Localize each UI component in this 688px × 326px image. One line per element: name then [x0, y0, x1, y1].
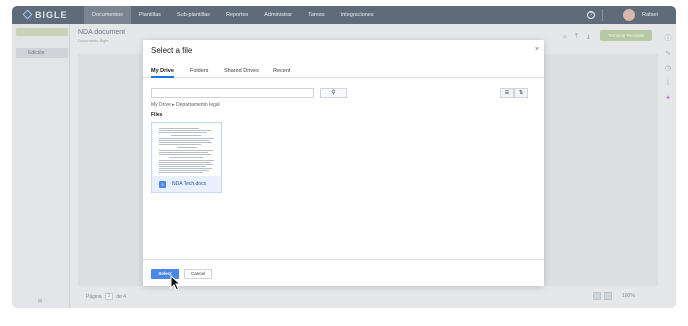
logo-icon — [22, 9, 33, 20]
search-icon: ⚲ — [331, 90, 336, 96]
sidebar: Edición ⊟ — [12, 24, 70, 308]
nav-administrar[interactable]: Administrar — [256, 6, 300, 24]
breadcrumb-my-drive[interactable]: My Drive — [151, 102, 171, 108]
file-meta: ≡ NDA Tech.docx — [152, 176, 221, 192]
tab-recent[interactable]: Recent — [273, 68, 290, 78]
mouse-cursor-icon — [170, 275, 182, 291]
main-nav: Documentos Plantillas Sub-plantillas Rep… — [84, 6, 382, 24]
nav-documentos[interactable]: Documentos — [84, 6, 131, 24]
user-name[interactable]: Rafael — [642, 12, 658, 18]
pager-total: de 4 — [116, 293, 127, 300]
pager: Página 1 de 4 — [86, 293, 126, 300]
zoom-select[interactable]: 100% — [622, 293, 635, 299]
upload-icon[interactable]: ⤒ — [575, 34, 578, 41]
cancel-button[interactable]: Cancel — [184, 269, 212, 279]
document-subtitle: Documento Bigle — [78, 38, 109, 43]
file-thumbnail — [153, 124, 220, 176]
breadcrumb: My Drive ▸ Departamento legal — [151, 102, 220, 108]
search-input[interactable] — [151, 88, 314, 98]
files-heading: Files — [151, 112, 163, 118]
list-view-icon[interactable]: ☰ — [500, 88, 514, 98]
close-icon[interactable]: × — [535, 46, 539, 53]
file-picker-dialog: Select a file × My Drive Folders Shared … — [143, 40, 544, 286]
pager-label: Página — [86, 293, 102, 300]
search-button[interactable]: ⚲ — [320, 88, 347, 98]
nav-reportes[interactable]: Reportes — [218, 6, 256, 24]
sidebar-item-edicion[interactable]: Edición — [16, 48, 68, 58]
alarm-icon[interactable]: ◷ — [664, 65, 672, 73]
nav-tareas[interactable]: Tareas — [300, 6, 333, 24]
file-card[interactable]: ≡ NDA Tech.docx — [151, 122, 222, 193]
right-rail: ⓘ ∿ ◷ ⌇ ✦ — [660, 24, 676, 308]
dialog-footer-divider — [143, 259, 544, 260]
divider — [602, 9, 603, 21]
logo-text: BIGLE — [35, 10, 68, 20]
file-name: NDA Tech.docx — [172, 181, 207, 187]
sparkle-icon[interactable]: ✦ — [664, 95, 672, 103]
download-icon[interactable]: ⤓ — [587, 34, 590, 41]
sort-icon[interactable]: ⇅ — [514, 88, 528, 98]
grid-view-icon[interactable] — [604, 292, 612, 300]
single-page-view-icon[interactable] — [593, 292, 601, 300]
tab-folders[interactable]: Folders — [190, 68, 208, 78]
info-icon[interactable]: ⓘ — [664, 35, 672, 43]
dialog-title: Select a file — [151, 46, 193, 55]
breadcrumb-departamento-legal[interactable]: Departamento legal — [176, 102, 220, 108]
attachment-icon[interactable]: ⌇ — [664, 80, 672, 88]
activity-icon[interactable]: ∿ — [664, 50, 672, 58]
tab-my-drive[interactable]: My Drive — [151, 68, 174, 78]
help-icon[interactable]: ? — [587, 11, 595, 19]
collapse-icon[interactable]: ⊟ — [38, 298, 42, 304]
finish-review-button[interactable]: Terminar Revisión — [600, 30, 652, 41]
breadcrumb-separator: ▸ — [172, 102, 175, 108]
logo[interactable]: BIGLE — [22, 9, 68, 20]
doc-icon: ≡ — [159, 181, 166, 188]
lock-icon[interactable]: ⌂ — [563, 34, 567, 40]
nav-sub-plantillas[interactable]: Sub-plantillas — [169, 6, 218, 24]
nav-plantillas[interactable]: Plantillas — [131, 6, 169, 24]
page-input[interactable]: 1 — [104, 293, 113, 300]
tab-shared-drives[interactable]: Shared Drives — [224, 68, 259, 78]
avatar[interactable] — [623, 9, 635, 21]
document-title: NDA document — [78, 29, 126, 36]
nav-integraciones[interactable]: Integraciones — [333, 6, 382, 24]
top-nav-bar: BIGLE Documentos Plantillas Sub-plantill… — [12, 6, 676, 24]
sidebar-action-button[interactable] — [16, 28, 68, 36]
dialog-tabs: My Drive Folders Shared Drives Recent — [143, 65, 544, 78]
